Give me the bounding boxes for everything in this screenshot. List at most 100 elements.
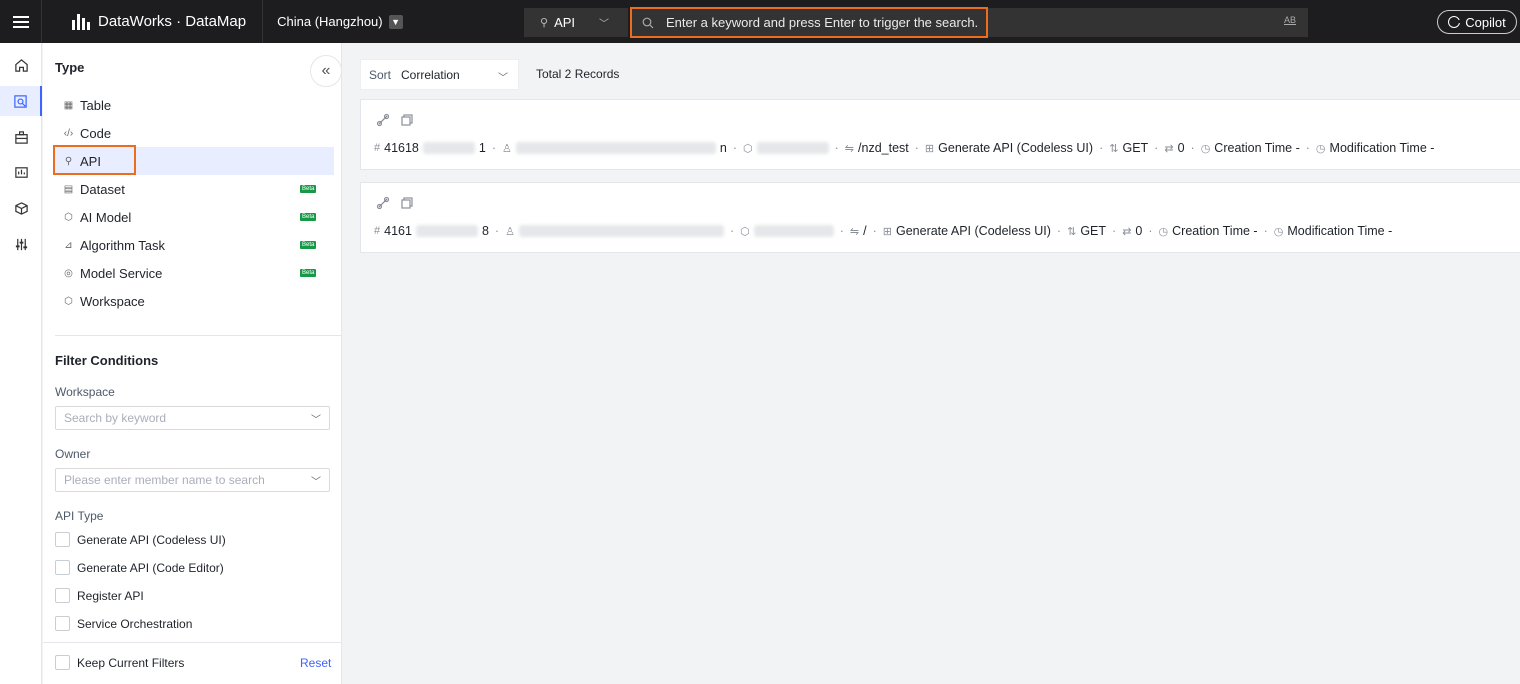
swap-icon: ⇄	[1122, 225, 1132, 238]
total-records: Total 2 Records	[536, 67, 620, 81]
home-icon	[14, 58, 28, 72]
code-icon: ‹/›	[63, 127, 74, 139]
beta-badge: Beta	[300, 185, 317, 193]
rail-cube[interactable]	[0, 193, 42, 223]
api-selection-highlight	[53, 145, 136, 175]
chevron-down-icon: ﹀	[498, 73, 508, 84]
path-icon: ⇋	[844, 142, 855, 155]
redacted-workspace	[756, 142, 829, 154]
double-chevron-left-icon: «	[321, 62, 331, 79]
record-api-type: Generate API (Codeless UI)	[895, 224, 1051, 238]
record-modification-time: Modification Time -	[1287, 224, 1393, 238]
type-item-algorithm-task[interactable]: ⊿ Algorithm Task Beta	[55, 231, 334, 259]
menu-button[interactable]	[0, 0, 42, 43]
api-type-option[interactable]: Service Orchestration	[55, 616, 192, 631]
record-path: /nzd_test	[858, 141, 909, 155]
copilot-button[interactable]: Copilot	[1437, 10, 1517, 34]
type-item-label: Code	[80, 125, 112, 141]
workspace-icon: ⬡	[64, 295, 73, 307]
rail-home[interactable]	[0, 50, 42, 80]
sort-value: Correlation	[401, 67, 460, 82]
workspace-label: Workspace	[55, 385, 115, 399]
workspace-select[interactable]: Search by keyword ﹀	[55, 406, 330, 430]
type-item-table[interactable]: ▦ Table	[55, 91, 334, 119]
dashboard-icon	[14, 166, 28, 178]
copy-icon[interactable]	[400, 113, 414, 127]
result-card[interactable]: # 41618 1 · ♙ n · ⬡ · ⇋ /nzd_test · ⊞ Generat…	[360, 99, 1520, 170]
checkbox[interactable]	[55, 560, 70, 575]
grid-icon: ⊞	[882, 225, 892, 238]
record-modification-time: Modification Time -	[1329, 141, 1435, 155]
record-id-prefix: 41618	[384, 141, 419, 155]
owner-select[interactable]: Please enter member name to search ﹀	[55, 468, 330, 492]
cube-icon	[14, 201, 28, 215]
copy-icon[interactable]	[400, 196, 414, 210]
type-item-label: Algorithm Task	[80, 237, 166, 253]
copilot-label: Copilot	[1465, 14, 1506, 30]
region-label: China (Hangzhou)	[277, 14, 383, 29]
swap-icon: ⇄	[1164, 142, 1174, 155]
reset-link[interactable]: Reset	[300, 656, 331, 670]
type-item-dataset[interactable]: ▤ Dataset Beta	[55, 175, 334, 203]
method-icon: ⇅	[1109, 142, 1119, 155]
type-item-model-service[interactable]: ◎ Model Service Beta	[55, 259, 334, 287]
redacted-workspace	[753, 225, 834, 237]
type-item-label: Table	[80, 97, 112, 113]
type-item-workspace[interactable]: ⬡ Workspace	[55, 287, 334, 315]
rail-dashboard[interactable]	[0, 157, 42, 187]
type-item-label: Model Service	[80, 265, 163, 281]
search-type-select[interactable]: ⚲ API ﹀	[524, 8, 628, 37]
record-api-type: Generate API (Codeless UI)	[938, 141, 1094, 155]
owner-placeholder: Please enter member name to search	[64, 473, 265, 487]
brand[interactable]: DataWorks · DataMap	[42, 0, 264, 43]
rail-sliders[interactable]	[0, 229, 42, 259]
workspace-placeholder: Search by keyword	[64, 411, 167, 425]
type-item-label: AI Model	[80, 209, 132, 225]
rail-briefcase[interactable]	[0, 122, 42, 152]
search-placeholder: Enter a keyword and press Enter to trigg…	[666, 15, 979, 30]
beta-badge: Beta	[300, 213, 317, 221]
redacted-id	[422, 142, 475, 154]
sort-select[interactable]: Sort Correlation ﹀	[360, 59, 519, 90]
checkbox[interactable]	[55, 616, 70, 631]
owner-label: Owner	[55, 447, 91, 461]
record-id-suffix: 8	[481, 224, 489, 238]
owner-suffix: n	[719, 141, 727, 155]
type-item-code[interactable]: ‹/› Code	[55, 119, 334, 147]
clock-icon: ◷	[1315, 142, 1326, 155]
checkbox[interactable]	[55, 588, 70, 603]
clock-icon: ◷	[1273, 225, 1284, 238]
region-selector[interactable]: China (Hangzhou) ▼	[263, 14, 417, 29]
record-id-suffix: 1	[478, 141, 486, 155]
chevron-down-icon: ﹀	[311, 415, 321, 426]
record-creation-time: Creation Time -	[1172, 224, 1258, 238]
collapse-panel-button[interactable]: «	[310, 55, 342, 87]
option-label: Service Orchestration	[77, 616, 193, 631]
user-icon: ♙	[502, 142, 512, 155]
search-input[interactable]: Enter a keyword and press Enter to trigg…	[630, 7, 988, 38]
divider	[43, 642, 342, 643]
left-rail	[0, 43, 42, 684]
api-type-option[interactable]: Register API	[55, 588, 144, 603]
chevron-down-icon: ▼	[388, 14, 403, 29]
rail-data-map[interactable]	[0, 86, 42, 116]
checkbox[interactable]	[55, 655, 70, 670]
model-service-icon: ◎	[64, 267, 73, 279]
redacted-id	[415, 225, 478, 237]
record-path: /	[863, 224, 867, 238]
result-card[interactable]: # 4161 8 · ♙ · ⬡ · ⇋ / · ⊞ Generate API (Code…	[360, 182, 1520, 253]
keep-filters-label: Keep Current Filters	[77, 655, 185, 670]
record-count: 0	[1135, 224, 1143, 238]
divider	[55, 335, 342, 336]
keep-filters-option[interactable]: Keep Current Filters	[55, 655, 184, 670]
ai-model-icon: ⬡	[64, 211, 73, 223]
type-item-ai-model[interactable]: ⬡ AI Model Beta	[55, 203, 334, 231]
sliders-icon	[15, 238, 27, 250]
api-type-option[interactable]: Generate API (Code Editor)	[55, 560, 224, 575]
case-sensitive-toggle[interactable]: AB	[1284, 15, 1296, 25]
api-type-option[interactable]: Generate API (Codeless UI)	[55, 532, 226, 547]
chevron-down-icon: ﹀	[599, 19, 610, 30]
checkbox[interactable]	[55, 532, 70, 547]
briefcase-icon	[14, 130, 28, 144]
api-link-icon	[376, 196, 390, 210]
